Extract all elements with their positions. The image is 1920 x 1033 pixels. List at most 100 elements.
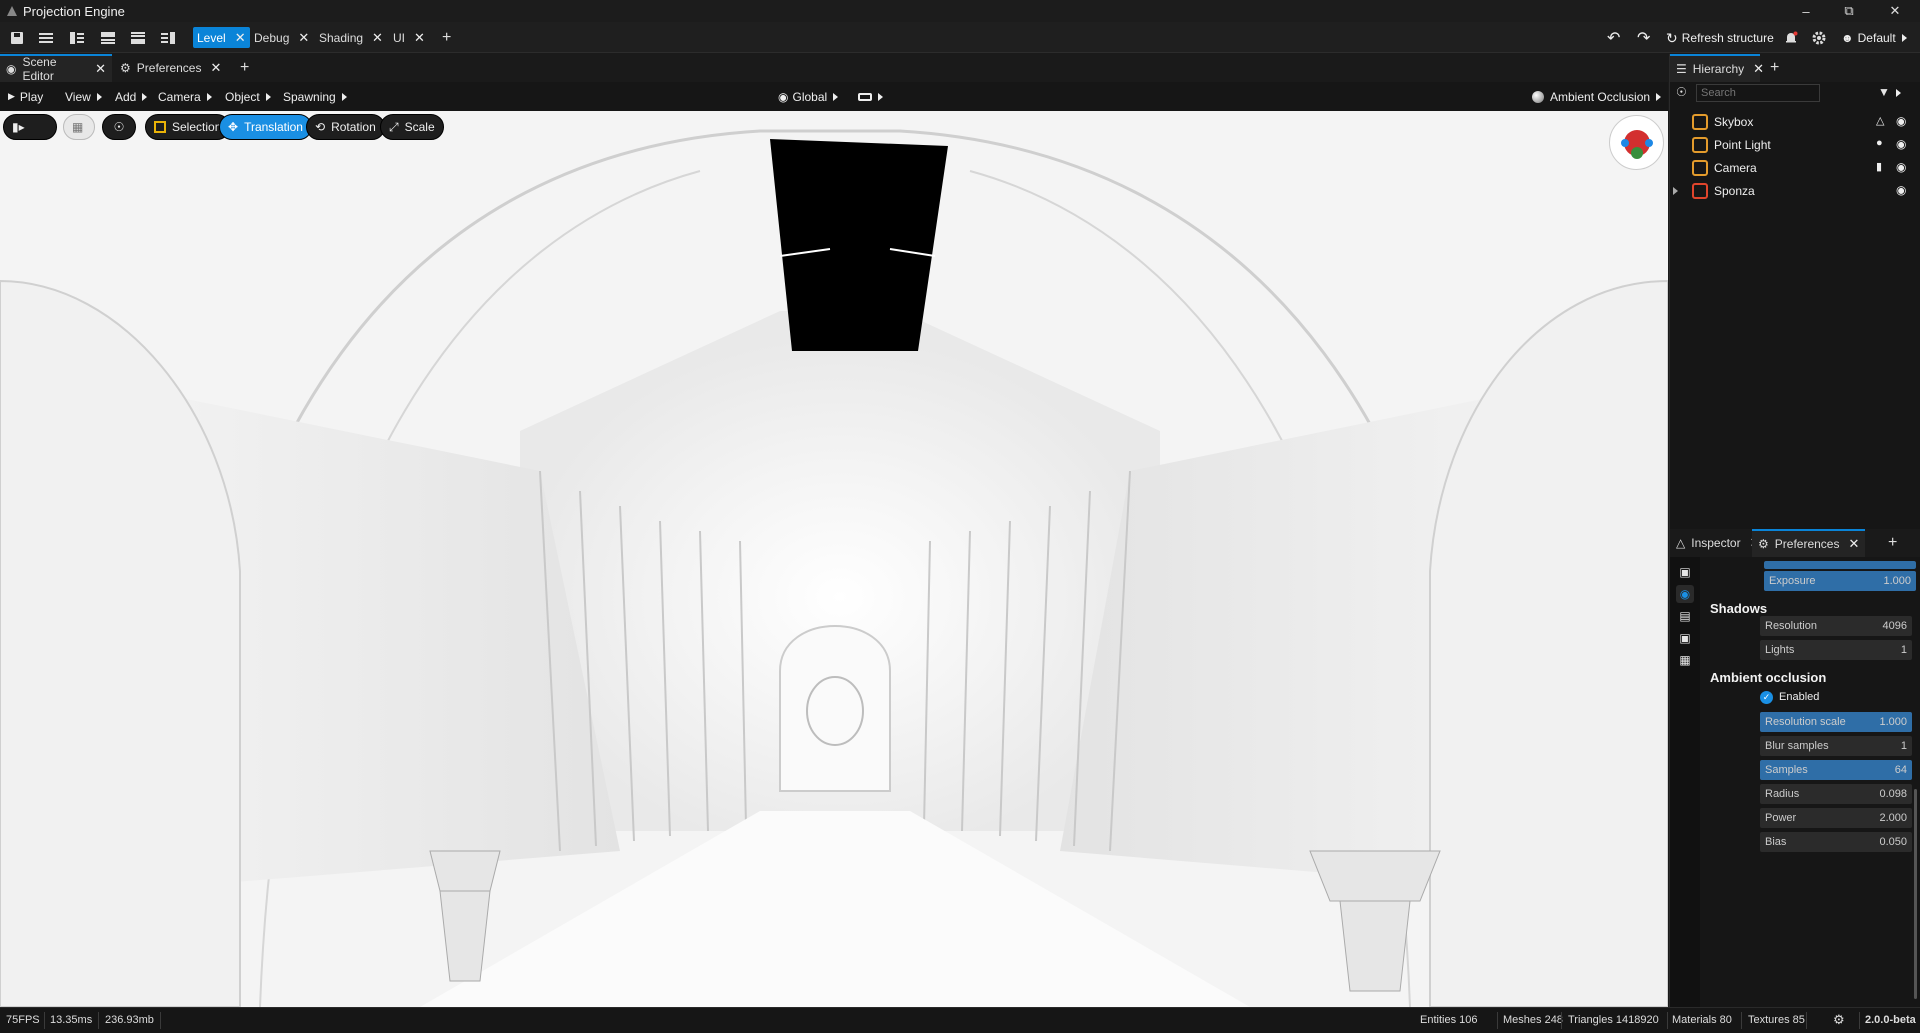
ao-bias-field[interactable]: Bias 0.050 bbox=[1760, 832, 1912, 852]
ruler-icon bbox=[858, 92, 872, 101]
settings-gear-icon[interactable] bbox=[1812, 28, 1826, 48]
keyboard-icon[interactable]: ▤ bbox=[1676, 607, 1694, 625]
ao-power-field[interactable]: Power 2.000 bbox=[1760, 808, 1912, 828]
ao-resolution-scale-field[interactable]: Resolution scale 1.000 bbox=[1760, 712, 1912, 732]
tab-hierarchy[interactable]: ☰ Hierarchy ✕ bbox=[1670, 54, 1764, 82]
exposure-label: Exposure bbox=[1769, 575, 1816, 587]
target-icon[interactable]: ☉ bbox=[1676, 85, 1687, 99]
close-icon[interactable]: ✕ bbox=[1753, 61, 1764, 77]
refresh-structure-button[interactable]: ↻ Refresh structure bbox=[1666, 28, 1774, 48]
tab-scene-editor[interactable]: ◉ Scene Editor ✕ bbox=[0, 54, 112, 83]
orientation-gizmo[interactable] bbox=[1609, 115, 1664, 170]
exposure-value: 1.000 bbox=[1883, 575, 1911, 587]
layout-rows-icon[interactable] bbox=[98, 28, 118, 48]
hierarchy-item-sponza[interactable]: Sponza ◉ bbox=[1670, 179, 1920, 202]
tab-ui[interactable]: UI ✕ bbox=[389, 27, 429, 48]
add-tab-button[interactable]: + bbox=[1882, 529, 1903, 557]
play-button[interactable]: ▶ Play bbox=[8, 82, 43, 111]
grid-toggle-button[interactable]: ▦ bbox=[63, 114, 95, 140]
close-icon[interactable]: ✕ bbox=[298, 30, 309, 46]
hierarchy-item-point-light[interactable]: Point Light ● ◉ bbox=[1670, 133, 1920, 156]
scale-tool-button[interactable]: ⤢ Scale bbox=[380, 114, 444, 140]
close-icon[interactable]: ✕ bbox=[95, 61, 106, 77]
monitor-icon[interactable]: ▣ bbox=[1676, 563, 1694, 581]
visibility-eye-icon[interactable]: ◉ bbox=[1896, 114, 1906, 128]
gear-icon: ⚙ bbox=[1758, 537, 1769, 551]
tab-preferences-label: Preferences bbox=[136, 61, 202, 75]
scale-icon: ⤢ bbox=[389, 119, 399, 134]
chevron-right-icon bbox=[341, 92, 347, 101]
translation-tool-button[interactable]: ✥ Translation bbox=[219, 114, 312, 140]
tab-debug[interactable]: Debug ✕ bbox=[250, 27, 313, 48]
chevron-right-icon[interactable] bbox=[1896, 89, 1901, 97]
add-tab-button[interactable]: + bbox=[438, 27, 455, 48]
close-icon[interactable]: ✕ bbox=[1848, 536, 1859, 552]
menu-camera[interactable]: Camera bbox=[158, 82, 212, 111]
tab-shading[interactable]: Shading ✕ bbox=[315, 27, 387, 48]
ao-enabled-checkbox[interactable]: ✓ Enabled bbox=[1760, 688, 1819, 706]
ao-samples-field[interactable]: Samples 64 bbox=[1760, 760, 1912, 780]
shadow-resolution-field[interactable]: Resolution 4096 bbox=[1760, 616, 1912, 636]
ao-blur-samples-value: 1 bbox=[1900, 740, 1907, 752]
close-icon[interactable]: ✕ bbox=[235, 30, 246, 46]
gamma-field-partial[interactable] bbox=[1764, 561, 1916, 569]
camera-settings-button[interactable]: ▮▸ bbox=[3, 114, 57, 140]
exposure-field[interactable]: Exposure 1.000 bbox=[1764, 571, 1916, 591]
menu-object[interactable]: Object bbox=[225, 82, 271, 111]
hierarchy-search-input[interactable] bbox=[1696, 84, 1820, 102]
grid-icon[interactable]: ▦ bbox=[1676, 651, 1694, 669]
menu-view[interactable]: View bbox=[65, 82, 102, 111]
shadow-lights-field[interactable]: Lights 1 bbox=[1760, 640, 1912, 660]
tab-ui-label: UI bbox=[393, 30, 405, 45]
transform-space-selector[interactable]: ◉ Global bbox=[778, 82, 839, 111]
inspector-tabs: △ Inspector ✕ ⚙ Preferences ✕ + bbox=[1670, 529, 1920, 557]
focus-button[interactable]: ☉ bbox=[102, 114, 136, 140]
expand-chevron-icon[interactable] bbox=[1673, 187, 1678, 195]
maximize-button[interactable]: ⧉ bbox=[1826, 0, 1872, 22]
visibility-eye-icon[interactable]: ◉ bbox=[1896, 137, 1906, 151]
filter-icon[interactable]: ▼ bbox=[1878, 85, 1890, 99]
close-window-button[interactable]: ✕ bbox=[1872, 0, 1918, 22]
redo-icon[interactable]: ↷ bbox=[1637, 28, 1650, 48]
checkbox-checked-icon: ✓ bbox=[1760, 690, 1773, 704]
layout-label: Default bbox=[1857, 31, 1896, 45]
inspector-scrollbar[interactable] bbox=[1914, 789, 1917, 999]
add-tab-button[interactable]: + bbox=[1764, 54, 1785, 82]
undo-icon[interactable]: ↶ bbox=[1607, 28, 1620, 48]
close-icon[interactable]: ✕ bbox=[372, 30, 383, 46]
hierarchy-item-camera[interactable]: Camera ▮ ◉ bbox=[1670, 156, 1920, 179]
hierarchy-item-label: Point Light bbox=[1714, 138, 1771, 152]
selection-tool-button[interactable]: Selection bbox=[145, 114, 231, 140]
ao-blur-samples-field[interactable]: Blur samples 1 bbox=[1760, 736, 1912, 756]
tab-preferences[interactable]: ⚙ Preferences ✕ bbox=[114, 54, 227, 82]
menu-add[interactable]: Add bbox=[115, 82, 148, 111]
visibility-eye-icon[interactable]: ◉ bbox=[1896, 160, 1906, 174]
move-arrows-icon: ✥ bbox=[228, 120, 239, 134]
close-icon[interactable]: ✕ bbox=[210, 60, 221, 76]
menu-icon[interactable] bbox=[36, 28, 56, 48]
layout-right-icon[interactable] bbox=[158, 28, 178, 48]
layout-selector[interactable]: ☻ Default bbox=[1841, 28, 1907, 48]
scene-viewport[interactable]: ▮▸ ▦ ☉ Selection ✥ Translation ⟲ Rotatio… bbox=[0, 111, 1668, 1007]
save-icon[interactable] bbox=[7, 28, 27, 48]
close-icon[interactable]: ✕ bbox=[414, 30, 425, 46]
grid-snap-selector[interactable] bbox=[858, 82, 883, 111]
hierarchy-item-skybox[interactable]: Skybox △ ◉ bbox=[1670, 110, 1920, 133]
notifications-icon[interactable] bbox=[1784, 28, 1798, 48]
bug-report-icon[interactable]: ⚙ bbox=[1833, 1012, 1845, 1028]
ao-radius-value: 0.098 bbox=[1879, 788, 1907, 800]
shading-mode-selector[interactable]: Ambient Occlusion bbox=[1532, 82, 1662, 111]
rotation-tool-button[interactable]: ⟲ Rotation bbox=[306, 114, 385, 140]
tab-level[interactable]: Level ✕ bbox=[193, 27, 250, 48]
visibility-eye-icon[interactable]: ◉ bbox=[1676, 585, 1694, 603]
camera-icon[interactable]: ▣ bbox=[1676, 629, 1694, 647]
tab-inspector-preferences[interactable]: ⚙ Preferences ✕ bbox=[1752, 529, 1866, 557]
layout-left-icon[interactable] bbox=[67, 28, 87, 48]
layout-bottom-icon[interactable] bbox=[128, 28, 148, 48]
visibility-eye-icon[interactable]: ◉ bbox=[1896, 183, 1906, 197]
ao-radius-field[interactable]: Radius 0.098 bbox=[1760, 784, 1912, 804]
ambient-occlusion-section-title: Ambient occlusion bbox=[1710, 670, 1827, 685]
menu-spawning[interactable]: Spawning bbox=[283, 82, 347, 111]
minimize-button[interactable]: – bbox=[1783, 0, 1829, 22]
add-tab-button[interactable]: + bbox=[234, 54, 255, 82]
